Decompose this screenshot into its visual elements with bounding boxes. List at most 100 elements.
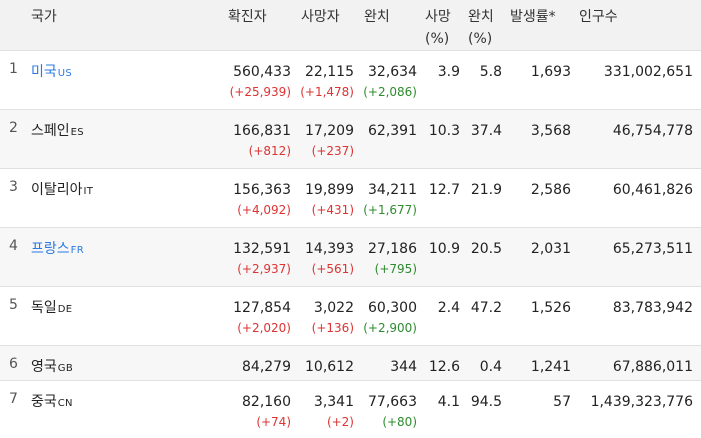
population-cell: 83,783,942 (575, 286, 701, 346)
country-name[interactable]: 미국US (31, 64, 72, 80)
country-cell[interactable]: 미국US (27, 50, 222, 110)
population-cell: 67,886,011 (575, 345, 701, 381)
country-name-text: 영국 (31, 359, 57, 375)
deaths-cell: 17,209 (+237) (295, 109, 358, 169)
confirmed-cell: 560,433 (+25,939) (222, 50, 295, 110)
recovered-cell: 344 (358, 345, 421, 381)
country-code: FR (70, 245, 84, 256)
deaths-cell: 19,899 (+431) (295, 168, 358, 228)
country-cell: 스페인ES (27, 109, 222, 169)
deaths-cell: 14,393 (+561) (295, 227, 358, 287)
confirmed-value: 166,831 (233, 123, 291, 139)
population-cell: 46,754,778 (575, 109, 701, 169)
deaths-cell: 3,341 (+2) (295, 380, 358, 431)
recovered-cell: 60,300 (+2,900) (358, 286, 421, 346)
header-incidence[interactable]: 발생률* (506, 0, 575, 51)
incidence-cell: 1,241 (506, 345, 575, 381)
country-name: 영국GB (31, 359, 73, 375)
recovered-value: 32,634 (368, 64, 417, 80)
country-name-text: 스페인 (31, 123, 70, 139)
recovered-value: 344 (390, 359, 417, 375)
country-name: 스페인ES (31, 123, 84, 139)
confirmed-value: 127,854 (233, 300, 291, 316)
death-rate-cell: 10.9 (421, 227, 464, 287)
incidence-cell: 57 (506, 380, 575, 431)
table-row: 2 스페인ES 166,831 (+812) 17,209 (+237) 62,391 10.… (0, 109, 701, 169)
rank-cell: 2 (0, 109, 27, 169)
incidence-cell: 2,586 (506, 168, 575, 228)
country-name: 이탈리아IT (31, 182, 93, 198)
deaths-value: 22,115 (305, 64, 354, 80)
population-cell: 1,439,323,776 (575, 380, 701, 431)
recovered-value: 34,211 (368, 182, 417, 198)
country-code: ES (70, 127, 84, 138)
death-rate-cell: 12.7 (421, 168, 464, 228)
country-name[interactable]: 프랑스FR (31, 241, 84, 257)
incidence-cell: 3,568 (506, 109, 575, 169)
recovery-rate-cell: 20.5 (464, 227, 506, 287)
deaths-delta: (+431) (311, 203, 354, 217)
country-cell: 이탈리아IT (27, 168, 222, 228)
country-cell: 영국GB (27, 345, 222, 381)
header-population[interactable]: 인구수 (575, 0, 701, 51)
country-code: US (57, 68, 73, 79)
recovered-value: 62,391 (368, 123, 417, 139)
header-rank (0, 0, 27, 51)
deaths-cell: 22,115 (+1,478) (295, 50, 358, 110)
population-cell: 60,461,826 (575, 168, 701, 228)
country-cell: 독일DE (27, 286, 222, 346)
header-death-rate[interactable]: 사망 (%) (421, 0, 464, 51)
table-row: 4 프랑스FR 132,591 (+2,937) 14,393 (+561) 27,186 (… (0, 227, 701, 287)
header-deaths[interactable]: 사망자 (295, 0, 358, 51)
deaths-delta: (+1,478) (300, 85, 354, 99)
table-row: 1 미국US 560,433 (+25,939) 22,115 (+1,478) 32,63… (0, 50, 701, 110)
recovered-value: 60,300 (368, 300, 417, 316)
recovered-delta: (+2,086) (363, 85, 417, 99)
recovery-rate-cell: 37.4 (464, 109, 506, 169)
recovered-value: 27,186 (368, 241, 417, 257)
country-name: 독일DE (31, 300, 72, 316)
country-code: IT (83, 186, 94, 197)
deaths-delta: (+136) (311, 321, 354, 335)
header-recovery-rate[interactable]: 완치 (%) (464, 0, 506, 51)
country-name-text: 프랑스 (31, 241, 70, 257)
recovered-value: 77,663 (368, 394, 417, 410)
deaths-value: 19,899 (305, 182, 354, 198)
country-name-text: 이탈리아 (31, 182, 83, 198)
deaths-value: 3,341 (313, 394, 354, 410)
recovered-cell: 27,186 (+795) (358, 227, 421, 287)
header-recovered[interactable]: 완치 (358, 0, 421, 51)
header-confirmed[interactable]: 확진자 (222, 0, 295, 51)
death-rate-cell: 4.1 (421, 380, 464, 431)
rank-cell: 3 (0, 168, 27, 228)
rank-cell: 5 (0, 286, 27, 346)
rank-cell: 4 (0, 227, 27, 287)
death-rate-cell: 3.9 (421, 50, 464, 110)
confirmed-cell: 127,854 (+2,020) (222, 286, 295, 346)
confirmed-delta: (+2,937) (237, 262, 291, 276)
deaths-value: 3,022 (313, 300, 354, 316)
confirmed-cell: 166,831 (+812) (222, 109, 295, 169)
deaths-value: 10,612 (305, 359, 354, 375)
incidence-cell: 1,526 (506, 286, 575, 346)
incidence-cell: 1,693 (506, 50, 575, 110)
deaths-value: 17,209 (305, 123, 354, 139)
confirmed-delta: (+25,939) (229, 85, 291, 99)
confirmed-cell: 84,279 (222, 345, 295, 381)
table-row: 6 영국GB 84,279 10,612 344 12.6 0.4 1,241 67,886,0… (0, 345, 701, 381)
confirmed-delta: (+812) (248, 144, 291, 158)
confirmed-value: 156,363 (233, 182, 291, 198)
rank-cell: 6 (0, 345, 27, 381)
country-cell[interactable]: 프랑스FR (27, 227, 222, 287)
deaths-delta: (+2) (326, 415, 354, 429)
deaths-cell: 10,612 (295, 345, 358, 381)
confirmed-cell: 132,591 (+2,937) (222, 227, 295, 287)
population-cell: 65,273,511 (575, 227, 701, 287)
rank-cell: 1 (0, 50, 27, 110)
deaths-delta: (+237) (311, 144, 354, 158)
recovered-cell: 62,391 (358, 109, 421, 169)
recovered-cell: 32,634 (+2,086) (358, 50, 421, 110)
header-country[interactable]: 국가 (27, 0, 222, 51)
death-rate-cell: 2.4 (421, 286, 464, 346)
table-row: 7 중국CN 82,160 (+74) 3,341 (+2) 77,663 (+80) 4.1 9… (0, 380, 701, 431)
